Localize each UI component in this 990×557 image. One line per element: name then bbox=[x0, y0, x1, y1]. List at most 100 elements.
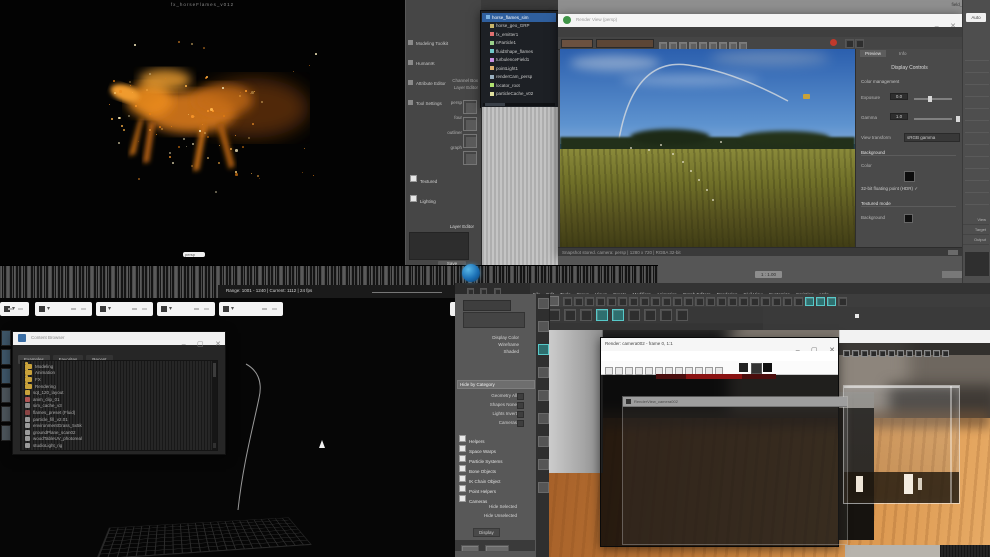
mini-tool-icon[interactable] bbox=[933, 350, 940, 357]
toolbar-icon[interactable] bbox=[717, 297, 726, 306]
toolbar-icon[interactable] bbox=[684, 297, 693, 306]
content-list-area[interactable]: ModelingAnimationFXRenderingsqt_120_layo… bbox=[20, 360, 218, 451]
rendered-image-landscape[interactable] bbox=[560, 49, 855, 247]
toolbar-icon[interactable] bbox=[585, 297, 594, 306]
tool-column-icon[interactable] bbox=[538, 482, 549, 493]
camera-dropdown[interactable] bbox=[596, 39, 654, 48]
mini-tool-icon[interactable] bbox=[897, 350, 904, 357]
tool-column-icon[interactable] bbox=[538, 459, 549, 470]
outliner-item[interactable]: fluidShape_flames bbox=[482, 47, 556, 56]
sidebar-row[interactable]: Modeling Toolkit bbox=[408, 32, 478, 50]
command-panel-row-label[interactable]: Output bbox=[963, 235, 989, 245]
toolbar-icon-active[interactable] bbox=[612, 309, 624, 321]
command-panel-row-label[interactable]: View bbox=[963, 215, 989, 225]
outliner-item[interactable]: fx_emitter1 bbox=[482, 30, 556, 39]
toolbar-icon[interactable] bbox=[596, 297, 605, 306]
toolbar-icon[interactable] bbox=[772, 297, 781, 306]
rd-tool-icon[interactable] bbox=[605, 367, 613, 375]
browser-list-item[interactable]: sim_cache_v3 bbox=[25, 403, 205, 410]
category-checkbox-row[interactable]: Helpers bbox=[459, 430, 533, 440]
viewport-fire-horse[interactable]: fx_horseFlames_v012 persp bbox=[0, 0, 405, 265]
renderer-dropdown[interactable] bbox=[561, 39, 593, 48]
playbar-group[interactable]: ▾ bbox=[96, 302, 153, 316]
row-chip[interactable] bbox=[517, 402, 524, 409]
chevron-down-icon[interactable]: ▾ bbox=[231, 305, 234, 312]
playbar-icon[interactable] bbox=[223, 306, 229, 312]
display-chip[interactable]: Display bbox=[473, 528, 500, 537]
hide-by-category-row[interactable]: Hide by Category bbox=[457, 380, 535, 389]
tool-column-icon[interactable] bbox=[538, 367, 549, 378]
mini-tool-icon[interactable] bbox=[861, 350, 868, 357]
panel-button[interactable]: Hide Unselected bbox=[455, 511, 525, 520]
status-right-chip[interactable] bbox=[948, 250, 958, 255]
rd-dark-chip2-icon[interactable] bbox=[751, 363, 762, 374]
background-color-swatch[interactable] bbox=[904, 171, 915, 182]
toolbar-icon[interactable] bbox=[728, 297, 737, 306]
outliner-item[interactable]: locator_root bbox=[482, 81, 556, 90]
side-dock-icon[interactable] bbox=[1, 387, 11, 403]
outliner-item[interactable]: nParticle1 bbox=[482, 39, 556, 48]
overlay-window-titlebar[interactable]: RenderView_camera002 bbox=[623, 397, 847, 407]
rd-tool-icon[interactable] bbox=[615, 367, 623, 375]
chevron-down-icon[interactable]: ▾ bbox=[47, 305, 50, 312]
toolbar-icon[interactable] bbox=[607, 297, 616, 306]
render-dialog-titlebar[interactable]: Render: camera002 - frame 0, 1:1 – ▢ ✕ bbox=[601, 338, 838, 351]
browser-list-item[interactable]: anim_clip_01 bbox=[25, 396, 205, 403]
rd-dark-chip3-icon[interactable] bbox=[763, 363, 772, 372]
render-view-titlebar[interactable]: Render View (persp) – ✕ bbox=[558, 14, 962, 27]
mini-tool-icon[interactable] bbox=[924, 350, 931, 357]
category-checkbox-row[interactable]: Particle Systems bbox=[459, 450, 533, 460]
toolbar-icon[interactable] bbox=[783, 297, 792, 306]
category-checkbox-row[interactable]: Space Warps bbox=[459, 440, 533, 450]
slider-value-field[interactable]: 0.0 bbox=[890, 93, 908, 100]
mini-tool-icon[interactable] bbox=[879, 350, 886, 357]
chevron-down-icon[interactable]: ▾ bbox=[108, 305, 111, 312]
texture-background-swatch[interactable] bbox=[904, 214, 913, 223]
side-dock-icon[interactable] bbox=[1, 406, 11, 422]
panel-row[interactable]: Shapes None bbox=[455, 401, 525, 410]
category-checkbox-row[interactable]: IK Chain Object bbox=[459, 470, 533, 480]
checkbox[interactable] bbox=[410, 175, 417, 182]
playbar-group[interactable]: ▾ bbox=[0, 302, 29, 316]
panel-button[interactable]: Hide Selected bbox=[455, 502, 525, 511]
view-transform-dropdown[interactable]: sRGB gamma bbox=[904, 133, 960, 142]
toolbar-icon[interactable] bbox=[651, 297, 660, 306]
browser-list-item[interactable]: Rendering bbox=[25, 383, 205, 390]
browser-list-item[interactable]: environmentGrass_5x5k bbox=[25, 422, 205, 429]
browser-list-item[interactable]: particle_fill_v2.01 bbox=[25, 416, 205, 423]
mini-tool-icon[interactable] bbox=[906, 350, 913, 357]
side-dock-icon[interactable] bbox=[1, 349, 11, 365]
toolbar-icon[interactable] bbox=[563, 297, 572, 306]
secondary-white-titlebar[interactable] bbox=[839, 330, 990, 343]
sidebar-checkbox-row[interactable]: Lighting bbox=[410, 190, 478, 208]
category-checkbox-row[interactable]: Bone Objects bbox=[459, 460, 533, 470]
toolbar-icon[interactable] bbox=[761, 297, 770, 306]
outliner-item[interactable]: particleCache_v02 bbox=[482, 90, 556, 99]
toolbar-icon[interactable] bbox=[750, 297, 759, 306]
side-dock-icon[interactable] bbox=[1, 330, 11, 346]
outliner-scrollbar[interactable] bbox=[483, 103, 555, 106]
rd-tool-icon[interactable] bbox=[635, 367, 643, 375]
view-layout-button-icon[interactable] bbox=[463, 100, 477, 114]
close-icon[interactable]: ✕ bbox=[215, 341, 221, 348]
toolbar-icon[interactable] bbox=[695, 297, 704, 306]
tab-info[interactable]: Info bbox=[894, 50, 912, 57]
slider-thumb-handle[interactable] bbox=[928, 96, 932, 102]
mini-tool-icon[interactable] bbox=[852, 350, 859, 357]
mini-tool-icon[interactable] bbox=[942, 350, 949, 357]
view-layout-button-icon[interactable] bbox=[463, 151, 477, 165]
mini-tool-icon[interactable] bbox=[915, 350, 922, 357]
toolbar-icon[interactable] bbox=[629, 297, 638, 306]
checkbox[interactable] bbox=[410, 195, 417, 202]
toolbar-icon-active[interactable] bbox=[816, 297, 825, 306]
sidebar-row[interactable]: HumanIK bbox=[408, 52, 478, 70]
panel-row[interactable]: Cameras bbox=[455, 419, 525, 428]
outliner-item[interactable]: horse_geo_GRP bbox=[482, 22, 556, 31]
mini-tool-icon[interactable] bbox=[843, 350, 850, 357]
tool-column-icon[interactable] bbox=[538, 390, 549, 401]
tool-column-icon[interactable] bbox=[538, 321, 549, 332]
toolbar-icon-active[interactable] bbox=[805, 297, 814, 306]
rv-tool-extra2-icon[interactable] bbox=[855, 39, 864, 48]
zoom-ratio-chip[interactable]: 1 : 1.00 bbox=[755, 271, 782, 278]
toolbar-icon[interactable] bbox=[794, 297, 803, 306]
